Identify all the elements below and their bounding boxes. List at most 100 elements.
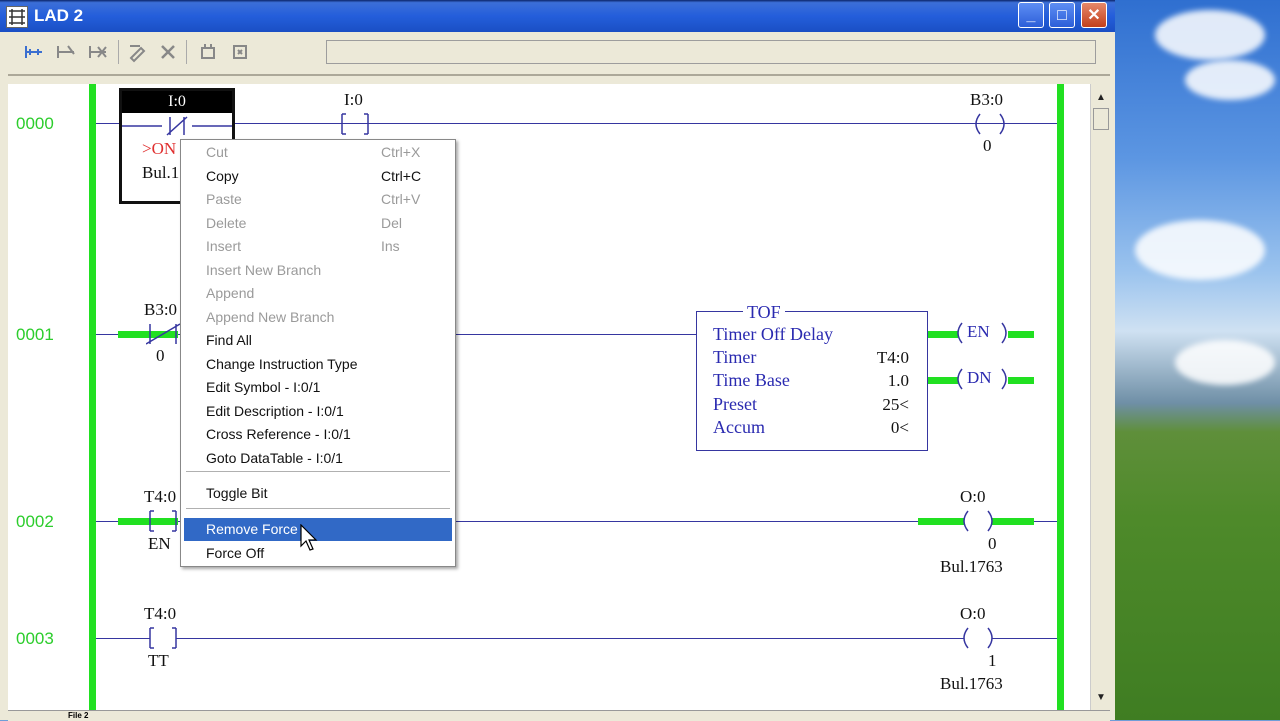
mouse-cursor-icon — [300, 524, 318, 551]
menu-item-cut[interactable]: Cut Ctrl+X — [184, 141, 452, 164]
coil-address: O:0 — [960, 604, 986, 623]
timer-description: Timer Off Delay — [713, 324, 833, 344]
en-output-label: EN — [967, 322, 990, 341]
tof-timer-block[interactable]: TOF Timer Off Delay Timer T4:0 Time Base… — [696, 302, 928, 451]
xic-contact-icon[interactable] — [338, 112, 378, 136]
scroll-thumb[interactable] — [1093, 108, 1109, 130]
instruction-address: I:0 — [122, 91, 232, 113]
coil-address: O:0 — [960, 487, 986, 506]
menu-item-change-instruction-type[interactable]: Change Instruction Type — [184, 353, 452, 376]
coil-description: Bul.1763 — [940, 557, 1003, 576]
menu-item-label: Toggle Bit — [206, 485, 268, 501]
minimize-button[interactable]: _ — [1018, 2, 1044, 28]
menu-item-label: Edit Symbol - I:0/1 — [206, 379, 321, 395]
dn-output-label: DN — [967, 368, 992, 387]
ladder-editor[interactable]: 0000 I:0 >ON Bul.1 I:0 B3:0 0 0001 B3:0 … — [8, 84, 1090, 710]
accum-label: Accum — [713, 417, 765, 437]
menu-item-append[interactable]: Append — [184, 282, 452, 305]
window-title: LAD 2 — [34, 6, 84, 25]
vertical-scrollbar[interactable]: ▲ ▼ — [1090, 84, 1111, 710]
menu-item-find-all[interactable]: Find All — [184, 329, 452, 352]
xic-contact-icon[interactable] — [146, 626, 186, 650]
menu-item-cross-reference-i-0-1[interactable]: Cross Reference - I:0/1 — [184, 423, 452, 446]
ote-coil-icon[interactable] — [970, 112, 1010, 136]
menu-item-label: Insert — [206, 238, 242, 254]
coil-bit: 0 — [988, 534, 997, 553]
menu-item-insert-new-branch[interactable]: Insert New Branch — [184, 259, 452, 282]
toolbar-status-field[interactable] — [326, 40, 1096, 64]
instruction-address: B3:0 — [144, 300, 178, 319]
menu-item-insert[interactable]: Insert Ins — [184, 235, 452, 258]
scroll-down-icon[interactable]: ▼ — [1093, 690, 1109, 706]
menu-item-shortcut: Ctrl+X — [381, 144, 421, 160]
menu-item-toggle-bit[interactable]: Toggle Bit — [184, 482, 452, 505]
ladder-window: LAD 2 _ □ ✕ 0000 I:0 >ON Bul.1 I:0 B3:0 … — [0, 0, 1115, 721]
menu-item-goto-datatable-i-0-1[interactable]: Goto DataTable - I:0/1 — [184, 447, 452, 470]
ote-coil-icon[interactable] — [958, 509, 998, 533]
timer-label: Timer — [713, 347, 757, 367]
cancel-icon[interactable] — [156, 40, 180, 64]
scroll-up-icon[interactable]: ▲ — [1093, 90, 1109, 106]
instruction-description: Bul.1 — [142, 163, 180, 182]
menu-item-label: Cross Reference - I:0/1 — [206, 426, 351, 442]
cloud — [1155, 10, 1265, 60]
rung-number: 0002 — [16, 512, 54, 531]
close-button[interactable]: ✕ — [1081, 2, 1107, 28]
delete-rung-icon[interactable] — [86, 40, 110, 64]
app-icon — [6, 6, 28, 28]
time-base-value: 1.0 — [887, 371, 909, 390]
menu-item-append-new-branch[interactable]: Append New Branch — [184, 306, 452, 329]
cloud — [1185, 60, 1275, 100]
menu-item-edit-symbol-i-0-1[interactable]: Edit Symbol - I:0/1 — [184, 376, 452, 399]
menu-item-label: Paste — [206, 191, 242, 207]
test-icon[interactable] — [228, 40, 252, 64]
rung-wire — [96, 123, 1057, 124]
edit-icon[interactable] — [126, 40, 150, 64]
toolbar-separator — [118, 40, 119, 64]
xio-contact-icon — [122, 116, 232, 136]
context-menu: Cut Ctrl+X Copy Ctrl+C Paste Ctrl+V Delete Del I… — [180, 139, 456, 567]
toolbar — [8, 32, 1110, 76]
insert-rung-icon[interactable] — [22, 40, 46, 64]
rung-number: 0000 — [16, 114, 54, 133]
toolbar-separator — [186, 40, 187, 64]
right-power-rail — [1057, 84, 1064, 710]
menu-item-label: Force Off — [206, 544, 265, 561]
menu-item-shortcut: Del — [381, 214, 403, 231]
menu-item-edit-description-i-0-1[interactable]: Edit Description - I:0/1 — [184, 400, 452, 423]
menu-item-shortcut: Ins — [381, 238, 400, 254]
timer-type: TOF — [743, 302, 785, 323]
preset-value: 25< — [882, 395, 909, 414]
menu-item-label: Delete — [206, 214, 247, 231]
menu-separator — [186, 471, 450, 472]
menu-item-copy[interactable]: Copy Ctrl+C — [184, 165, 452, 188]
instruction-bit: 0 — [156, 346, 165, 365]
maximize-button[interactable]: □ — [1049, 2, 1075, 28]
coil-bit: 0 — [983, 136, 992, 155]
instruction-address: T4:0 — [144, 487, 177, 506]
title-bar[interactable]: LAD 2 _ □ ✕ — [0, 0, 1115, 32]
instruction-address: I:0 — [344, 90, 363, 109]
instruction-bit: TT — [148, 651, 169, 670]
bottom-tab-bar: File 2 — [8, 710, 1110, 721]
ote-coil-icon[interactable] — [958, 626, 998, 650]
menu-item-label: Insert New Branch — [206, 261, 322, 278]
rung-number: 0001 — [16, 325, 54, 344]
coil-bit: 1 — [988, 651, 997, 670]
menu-item-delete[interactable]: Delete Del — [184, 212, 452, 235]
coil-description: Bul.1763 — [940, 674, 1003, 693]
menu-item-shortcut: Ctrl+V — [381, 191, 421, 207]
rung-number: 0003 — [16, 629, 54, 648]
menu-item-paste[interactable]: Paste Ctrl+V — [184, 188, 452, 211]
menu-item-label: Edit Description - I:0/1 — [206, 402, 344, 419]
menu-item-label: Append New Branch — [206, 308, 335, 325]
menu-item-label: Remove Force — [206, 521, 298, 537]
menu-item-label: Cut — [206, 144, 228, 160]
accum-value: 0< — [890, 418, 909, 437]
accept-icon[interactable] — [196, 40, 220, 64]
instruction-bit: EN — [148, 534, 171, 553]
rung-wire — [96, 638, 1057, 639]
coil-address: B3:0 — [970, 90, 1004, 109]
edit-rung-icon[interactable] — [54, 40, 78, 64]
desktop-background — [1115, 0, 1280, 720]
